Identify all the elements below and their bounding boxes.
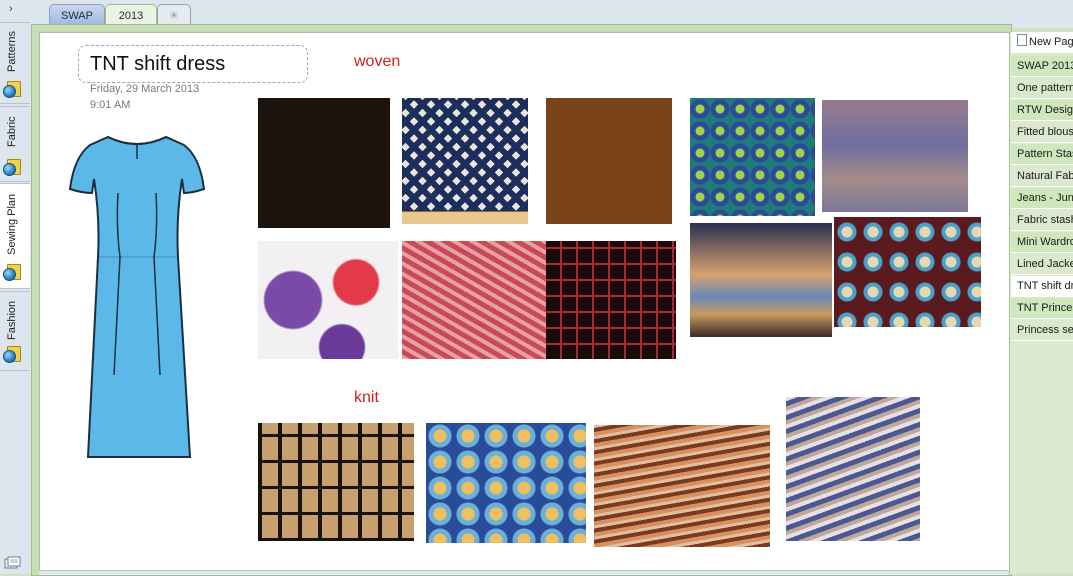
notebook-tab-label: Fabric: [6, 116, 18, 148]
page-list-item[interactable]: Mini Wardrobe: [1011, 232, 1073, 253]
notebook-navigation-bar: › Patterns Fabric Sewing Plan Fashion: [0, 0, 32, 574]
knit-swatch-blue-chevron: [786, 397, 920, 541]
notebook-icon: [3, 81, 21, 98]
notebook-tab-label: Fashion: [6, 300, 18, 340]
notebook-tab-label: Patterns: [6, 31, 18, 73]
knit-swatch-tribal: [258, 423, 414, 541]
page-list-item[interactable]: Natural Fabrics: [1011, 166, 1073, 187]
page-list-item[interactable]: Fabric stash: [1011, 210, 1073, 231]
woven-swatch-floral: [258, 241, 398, 359]
notebook-icon: [3, 346, 21, 363]
notebook-tab-patterns[interactable]: Patterns: [0, 22, 30, 104]
woven-swatch-black: [258, 98, 390, 228]
notebook-tab-fabric[interactable]: Fabric: [0, 106, 30, 182]
page-list-item[interactable]: Princess seams: [1011, 320, 1073, 341]
woven-swatch-mauve-print: [822, 100, 968, 212]
page-title[interactable]: TNT shift dress: [90, 53, 225, 76]
page-canvas[interactable]: TNT shift dress Friday, 29 March 2013 9:…: [39, 32, 1010, 572]
woven-swatch-dark-check: [546, 241, 676, 359]
woven-swatch-teal-print: [690, 98, 815, 216]
page-list-item[interactable]: SWAP 2013: [1011, 56, 1073, 77]
page-list-item-selected[interactable]: TNT shift dress: [1011, 276, 1073, 297]
page-list-item[interactable]: Lined Jacket: [1011, 254, 1073, 275]
notebook-tab-sewing-plan[interactable]: Sewing Plan: [0, 183, 30, 289]
horizontal-scrollbar[interactable]: [39, 570, 1008, 575]
woven-swatch-pink-zebra: [402, 241, 546, 359]
notebook-icon: [3, 159, 21, 176]
page-list-item[interactable]: Pattern Stash: [1011, 144, 1073, 165]
page-list-item[interactable]: TNT Princess: [1011, 298, 1073, 319]
unfiled-notes-icon[interactable]: [4, 556, 22, 570]
page-list-item[interactable]: RTW Designs: [1011, 100, 1073, 121]
woven-swatch-houndstooth: [402, 98, 528, 224]
section-tab-label: SWAP: [61, 10, 93, 22]
new-page-icon: [1017, 34, 1027, 46]
page-date: Friday, 29 March 2013: [90, 83, 200, 95]
notebook-icon: [3, 264, 21, 281]
new-page-label: New Page: [1029, 36, 1073, 48]
dress-sketch-image: [68, 135, 206, 458]
woven-swatch-burgundy-floral: [834, 217, 981, 327]
woven-swatch-abstract-stripe: [690, 223, 832, 337]
woven-swatch-brown: [546, 98, 672, 224]
new-page-button[interactable]: New Page: [1011, 32, 1073, 53]
notebook-tab-fashion[interactable]: Fashion: [0, 291, 30, 371]
page-list-item[interactable]: Fitted blouse: [1011, 122, 1073, 143]
new-section-tab-icon: ✳: [169, 10, 179, 22]
woven-section-label: woven: [354, 53, 401, 70]
page-list-item[interactable]: Jeans - June: [1011, 188, 1073, 209]
knit-swatch-blue-floral: [426, 423, 586, 543]
section-tab-label: 2013: [118, 10, 144, 22]
knit-section-label: knit: [354, 389, 379, 406]
chevron-right-icon[interactable]: ›: [9, 3, 13, 15]
notebook-tab-label: Sewing Plan: [6, 193, 18, 255]
page-time: 9:01 AM: [90, 99, 131, 111]
knit-swatch-orange-chevron: [594, 425, 770, 547]
page-list-item[interactable]: One pattern: [1011, 78, 1073, 99]
